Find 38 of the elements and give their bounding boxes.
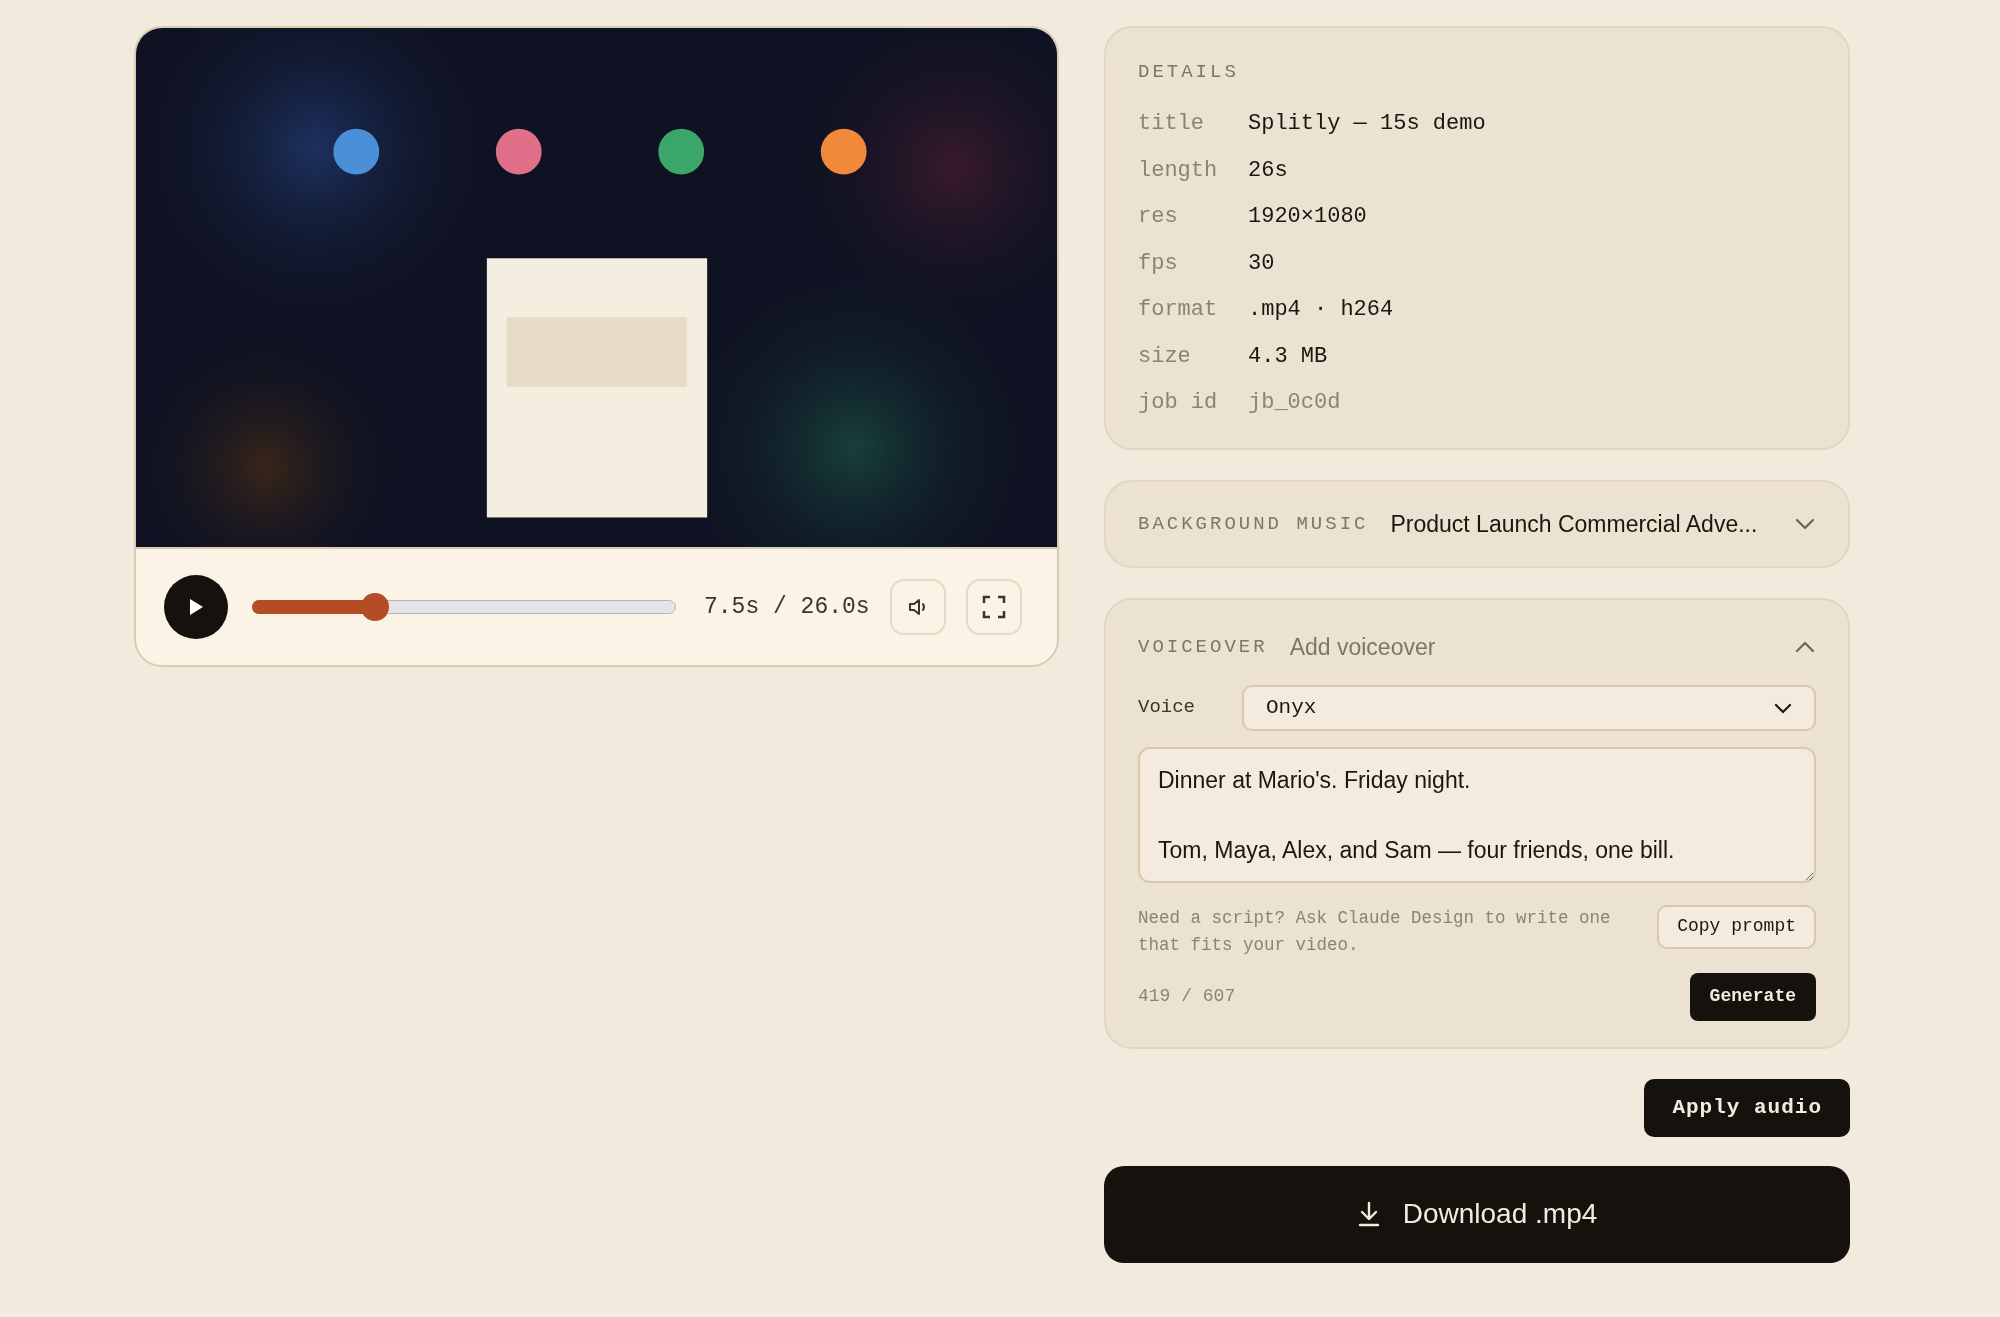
play-icon: [188, 598, 204, 617]
section-heading: VOICEOVER: [1138, 635, 1268, 660]
expand-chevron-icon[interactable]: [1794, 517, 1816, 531]
download-icon: [1356, 1201, 1381, 1227]
voiceover-subtitle: Add voiceover: [1289, 633, 1437, 662]
script-hint: Need a script? Ask Claude Design to write one that fits your video.: [1138, 906, 1612, 957]
detail-value: 4.3 MB: [1248, 342, 1328, 371]
voice-label: Voice: [1138, 695, 1196, 721]
character-count: 419 / 607: [1138, 985, 1236, 1008]
detail-value: 26s: [1248, 156, 1288, 185]
detail-label: fps: [1138, 249, 1179, 278]
voice-select[interactable]: Onyx: [1242, 684, 1816, 731]
collapse-chevron-icon[interactable]: [1794, 640, 1816, 655]
detail-value: Splitly — 15s demo: [1248, 110, 1486, 139]
detail-value: jb_0c0d: [1248, 389, 1341, 418]
music-track-name[interactable]: Product Launch Commercial Adve...: [1390, 506, 1794, 542]
detail-label: format: [1138, 296, 1219, 325]
apply-audio-button[interactable]: Apply audio: [1644, 1078, 1850, 1137]
detail-label: res: [1138, 203, 1179, 232]
generate-button[interactable]: Generate: [1689, 972, 1816, 1021]
fullscreen-icon: [981, 595, 1006, 620]
download-button[interactable]: Download .mp4: [1104, 1165, 1850, 1263]
detail-value: 30: [1248, 249, 1275, 278]
progress-slider[interactable]: [252, 593, 676, 622]
detail-label: title: [1138, 110, 1205, 139]
time-display: 7.5s / 26.0s: [704, 592, 870, 622]
dropdown-chevron-icon: [1774, 701, 1792, 714]
detail-value: .mp4 · h264: [1248, 296, 1394, 325]
detail-label: job id: [1138, 389, 1219, 418]
volume-button[interactable]: [889, 579, 946, 636]
section-heading: BACKGROUND MUSIC: [1138, 511, 1369, 537]
fullscreen-button[interactable]: [965, 579, 1022, 636]
detail-value: 1920×1080: [1248, 203, 1367, 232]
section-heading: DETAILS: [1138, 60, 1240, 85]
copy-prompt-button[interactable]: Copy prompt: [1657, 904, 1816, 949]
script-textarea[interactable]: Dinner at Mario's. Friday night. Tom, Maya, Alex, and Sam — four friends, one bill.: [1138, 746, 1816, 883]
detail-label: length: [1138, 156, 1219, 185]
detail-label: size: [1138, 342, 1192, 371]
